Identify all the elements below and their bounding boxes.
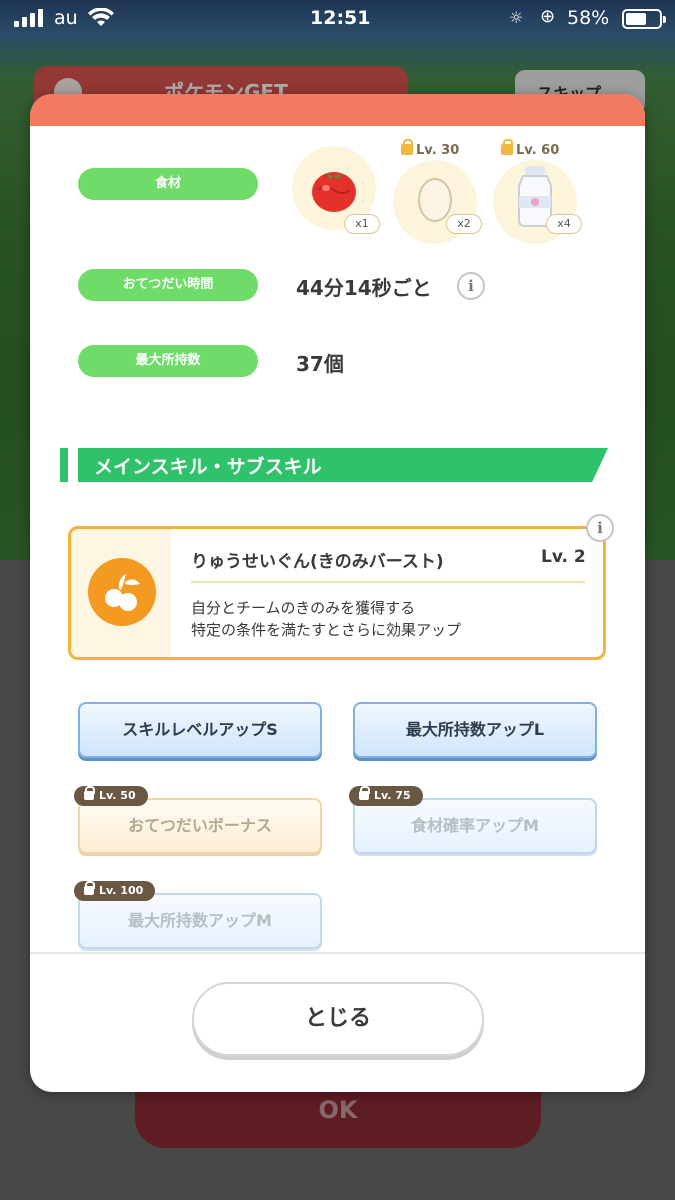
ingredient-count: x4 bbox=[546, 214, 582, 234]
night-mode-icon: ☼ bbox=[509, 8, 524, 27]
skill-name: りゅうせいぐん(きのみバースト) bbox=[191, 552, 444, 572]
max-carry-label: 最大所持数 bbox=[78, 345, 258, 377]
carrier-label: au bbox=[54, 7, 78, 29]
skill-icon-panel bbox=[71, 529, 171, 657]
ingredients-label: 食材 bbox=[78, 168, 258, 200]
status-bar: au 12:51 ☼ ⊕ 58% bbox=[0, 0, 675, 38]
main-skill-card[interactable]: りゅうせいぐん(きのみバースト) Lv. 2 自分とチームのきのみを獲得する 特… bbox=[68, 526, 606, 660]
berry-burst-icon bbox=[88, 558, 156, 626]
footer-divider bbox=[30, 952, 645, 954]
section-title: メインスキル・サブスキル bbox=[78, 448, 608, 482]
clock: 12:51 bbox=[310, 7, 371, 29]
ingredient-lock: Lv. 60 bbox=[501, 139, 559, 158]
sub-skill-button-locked[interactable]: 食材確率アップM bbox=[353, 798, 597, 854]
battery-icon bbox=[622, 9, 666, 29]
divider bbox=[191, 581, 585, 583]
skill-info-button[interactable]: i bbox=[586, 514, 614, 542]
help-time-label: おてつだい時間 bbox=[78, 269, 258, 301]
ingredient-lock: Lv. 30 bbox=[401, 139, 459, 158]
modal-header-band bbox=[30, 94, 645, 126]
section-stripe bbox=[60, 448, 68, 482]
lock-level-tag: Lv. 50 bbox=[74, 786, 148, 806]
pokemon-detail-modal: 食材 x1 Lv. 30 x2 Lv. 60 x4 おてつだい時間 44分14秒… bbox=[30, 94, 645, 1092]
max-carry-value: 37個 bbox=[296, 352, 344, 376]
orientation-lock-icon: ⊕ bbox=[540, 6, 556, 27]
sub-skill-button-locked[interactable]: 最大所持数アップM bbox=[78, 893, 322, 949]
lock-icon bbox=[501, 139, 513, 155]
lock-icon bbox=[359, 786, 370, 800]
section-heading: メインスキル・サブスキル bbox=[60, 448, 608, 482]
skill-description: 自分とチームのきのみを獲得する 特定の条件を満たすとさらに効果アップ bbox=[191, 599, 462, 639]
sub-skill-button[interactable]: 最大所持数アップL bbox=[353, 702, 597, 758]
close-button[interactable]: とじる bbox=[192, 982, 484, 1056]
ingredient-count: x2 bbox=[446, 214, 482, 234]
signal-icon bbox=[14, 9, 44, 27]
battery-percent: 58% bbox=[567, 7, 610, 29]
lock-level-tag: Lv. 75 bbox=[349, 786, 423, 806]
skill-level: Lv. 2 bbox=[541, 547, 586, 567]
lock-icon bbox=[84, 881, 95, 895]
help-time-value: 44分14秒ごと bbox=[296, 276, 432, 300]
sub-skill-button[interactable]: スキルレベルアップS bbox=[78, 702, 322, 758]
ingredient-count: x1 bbox=[344, 214, 380, 234]
wifi-icon bbox=[88, 8, 114, 26]
help-time-info-button[interactable]: i bbox=[457, 272, 485, 300]
sub-skill-button-locked[interactable]: おてつだいボーナス bbox=[78, 798, 322, 854]
lock-icon bbox=[401, 139, 413, 155]
lock-icon bbox=[84, 786, 95, 800]
lock-level-tag: Lv. 100 bbox=[74, 881, 156, 901]
